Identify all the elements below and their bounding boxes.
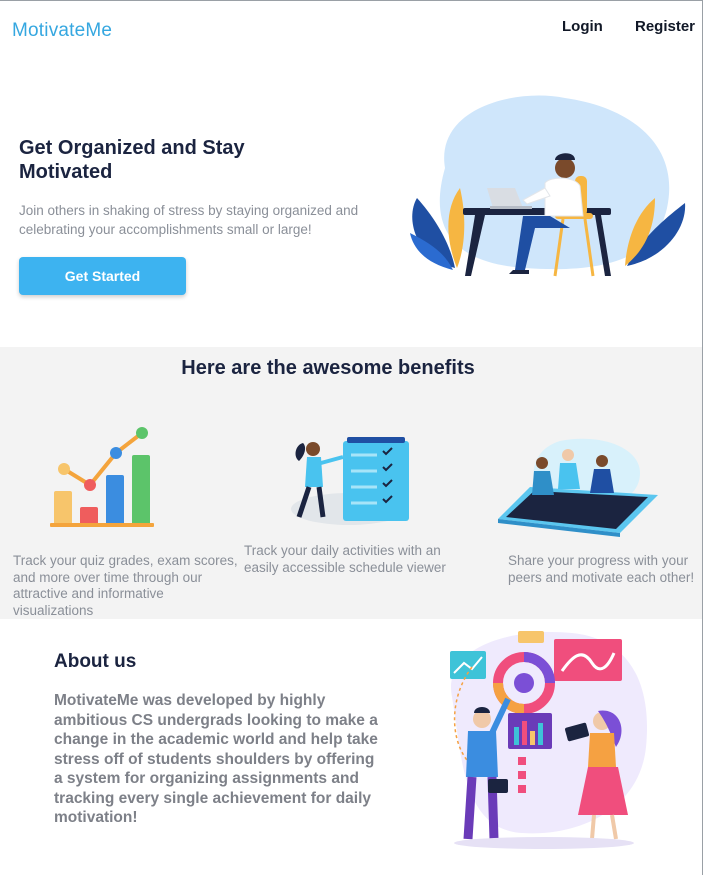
benefit-text-schedule: Track your daily activities with an easi…	[244, 543, 446, 575]
schedule-checklist-icon	[291, 437, 409, 525]
person-working-at-desk-illustration	[410, 95, 686, 277]
get-started-button[interactable]: Get Started	[19, 257, 186, 295]
benefits-title: Here are the awesome benefits	[181, 357, 475, 379]
top-nav: MotivateMe Login Register	[0, 0, 703, 60]
growth-chart-icon	[50, 427, 154, 527]
login-link[interactable]: Login	[562, 18, 603, 35]
benefit-text-share: Share your progress with your peers and …	[508, 553, 695, 585]
register-link[interactable]: Register	[635, 18, 695, 35]
hero-title: Get Organized and Stay Motivated	[19, 137, 245, 183]
team-analytics-illustration	[450, 631, 648, 849]
benefit-text-grades: Track your quiz grades, exam scores, and…	[13, 553, 238, 618]
benefits-section: Here are the awesome benefits Track your…	[0, 347, 702, 619]
people-on-phone-icon	[498, 438, 658, 537]
hero-subtitle: Join others in shaking of stress by stay…	[19, 203, 359, 237]
about-text: MotivateMe was developed by highly ambit…	[54, 692, 378, 826]
about-title: About us	[54, 651, 137, 672]
brand-logo[interactable]: MotivateMe	[12, 20, 112, 42]
